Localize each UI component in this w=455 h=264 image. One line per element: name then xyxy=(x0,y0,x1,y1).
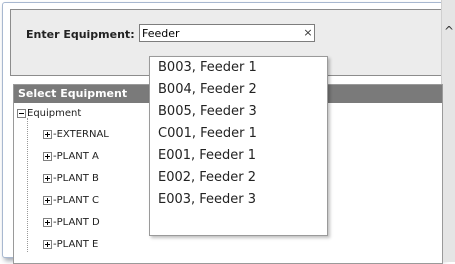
plus-box-icon[interactable] xyxy=(43,217,52,227)
close-icon[interactable]: × xyxy=(303,26,313,40)
enter-equipment-label: Enter Equipment: xyxy=(26,28,135,41)
dropdown-item[interactable]: B003, Feeder 1 xyxy=(150,57,327,79)
plus-box-icon[interactable] xyxy=(43,151,52,161)
tree-connector xyxy=(27,118,28,252)
tree-node-label: EXTERNAL xyxy=(56,129,109,140)
dropdown-item[interactable]: C001, Feeder 1 xyxy=(150,123,327,145)
tree-node-external[interactable]: -EXTERNAL xyxy=(43,128,109,142)
plus-box-icon[interactable] xyxy=(43,195,52,205)
tree-node-plant-b[interactable]: -PLANT B xyxy=(43,172,99,186)
dropdown-item[interactable]: B004, Feeder 2 xyxy=(150,79,327,101)
tree-node-label: PLANT A xyxy=(56,151,99,162)
chevron-up-icon[interactable]: ^ xyxy=(443,25,455,37)
tree-node-equipment[interactable]: Equipment xyxy=(17,107,81,121)
equipment-search-input[interactable] xyxy=(139,24,315,42)
plus-box-icon[interactable] xyxy=(43,173,52,183)
tree-root-label: Equipment xyxy=(27,108,82,119)
plus-box-icon[interactable] xyxy=(43,239,52,249)
dropdown-item[interactable]: E001, Feeder 1 xyxy=(150,145,327,167)
autocomplete-dropdown: B003, Feeder 1 B004, Feeder 2 B005, Feed… xyxy=(149,56,328,236)
tree-node-plant-a[interactable]: -PLANT A xyxy=(43,150,99,164)
tree-node-label: PLANT C xyxy=(56,195,100,206)
dropdown-item[interactable]: E003, Feeder 3 xyxy=(150,189,327,211)
tree-node-plant-d[interactable]: -PLANT D xyxy=(43,216,100,230)
minus-box-icon[interactable] xyxy=(17,108,26,118)
tree-node-label: PLANT E xyxy=(56,239,99,250)
plus-box-icon[interactable] xyxy=(43,129,52,139)
dropdown-item[interactable]: B005, Feeder 3 xyxy=(150,101,327,123)
tree-node-label: PLANT B xyxy=(56,173,99,184)
tree-node-plant-c[interactable]: -PLANT C xyxy=(43,194,99,208)
tree-node-label: PLANT D xyxy=(56,217,100,228)
dropdown-item[interactable]: E002, Feeder 2 xyxy=(150,167,327,189)
tree-node-plant-e[interactable]: -PLANT E xyxy=(43,238,98,252)
vertical-scrollbar[interactable]: ^ xyxy=(441,0,455,262)
